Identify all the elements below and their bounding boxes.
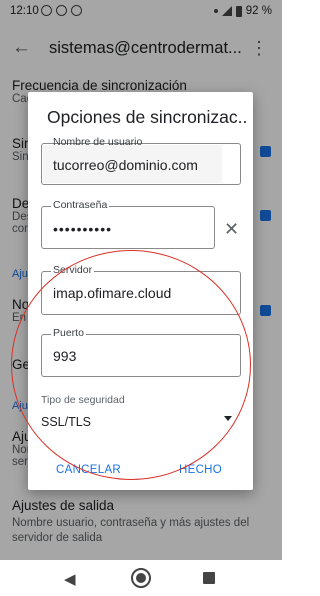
- username-label: Nombre de usuario: [53, 136, 143, 148]
- navigation-bar: ◀: [0, 560, 282, 596]
- password-label: Contraseña: [51, 199, 110, 211]
- nav-home-icon[interactable]: [131, 568, 151, 588]
- password-value[interactable]: ••••••••••: [53, 221, 112, 237]
- nav-back-icon[interactable]: ◀: [64, 570, 76, 588]
- username-value[interactable]: tucorreo@dominio.com: [53, 157, 198, 173]
- password-field[interactable]: Contraseña ••••••••••: [41, 199, 215, 249]
- nav-recent-icon[interactable]: [203, 572, 215, 584]
- clear-icon[interactable]: ✕: [224, 220, 239, 238]
- dialog-title: Opciones de sincronizac...: [47, 107, 247, 127]
- annotation-circle: [11, 250, 251, 480]
- username-field[interactable]: Nombre de usuario tucorreo@dominio.com: [41, 136, 241, 185]
